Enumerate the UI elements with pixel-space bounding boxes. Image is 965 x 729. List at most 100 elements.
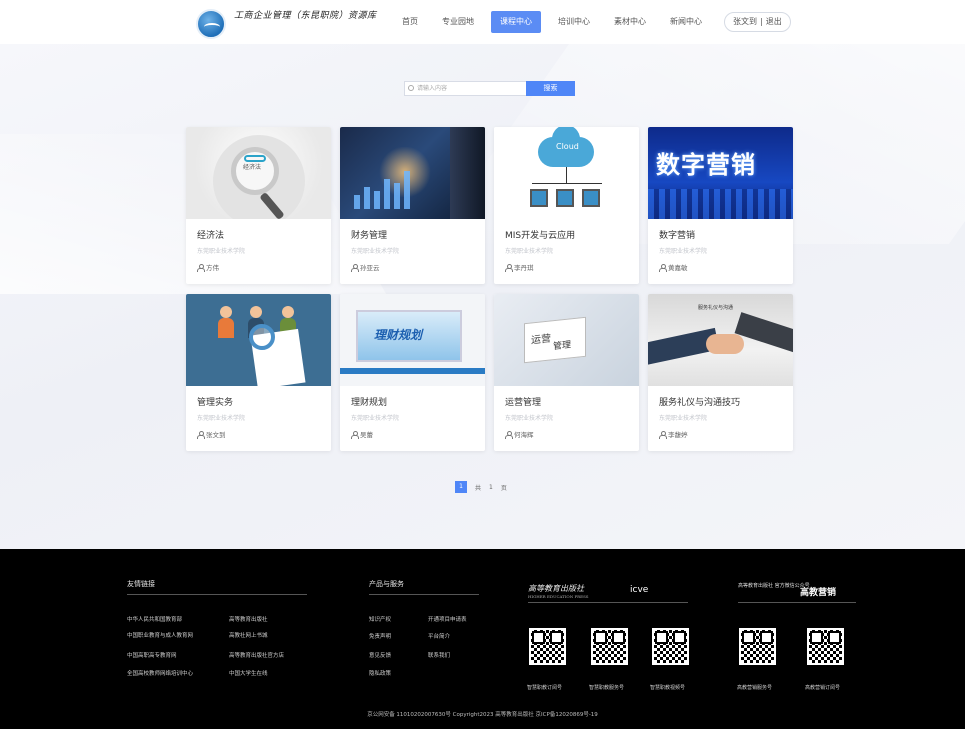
main-nav: 首页 专业园地 课程中心 培训中心 素材中心 新闻中心 (395, 11, 709, 33)
course-school: 东莞职业技术学院 (659, 415, 708, 422)
promo-brand-text[interactable]: 高教营销 (800, 585, 836, 598)
person-graphic (250, 306, 262, 318)
course-title[interactable]: 财务管理 (351, 228, 387, 241)
nav-item-home[interactable]: 首页 (395, 11, 425, 33)
course-title[interactable]: 数字营销 (659, 228, 695, 241)
user-box: 张文到 | 退出 (724, 12, 791, 32)
person-icon (505, 263, 513, 272)
course-thumbnail-digital-marketing[interactable]: 数字营销 (648, 127, 793, 219)
course-title[interactable]: MIS开发与云应用 (505, 228, 575, 241)
footer-link[interactable]: 意见反馈 (369, 651, 391, 659)
search-icon (408, 85, 414, 91)
qr-code-icon (529, 628, 566, 665)
search-button-label: 搜索 (543, 84, 558, 92)
footer-link[interactable]: 中国大学生在线 (229, 669, 268, 677)
slide-graphic: 理财规划 (356, 310, 462, 362)
city-skyline-graphic (648, 189, 793, 219)
icve-logo[interactable]: icve (630, 585, 648, 595)
footer-link[interactable]: 高等教育出版社 (229, 615, 268, 623)
school-name[interactable]: 工商企业管理（东昆职院）资源库 (234, 11, 384, 22)
course-card[interactable]: 经济法 经济法 东莞职业技术学院 方伟 (186, 127, 331, 284)
footer-link[interactable]: 高等教育出版社官方店 (229, 651, 284, 659)
search-input[interactable]: 请输入内容 (404, 81, 526, 96)
footer-link[interactable]: 平台简介 (428, 632, 450, 640)
course-title[interactable]: 运营管理 (505, 395, 541, 408)
nav-item-training[interactable]: 培训中心 (551, 11, 597, 33)
person-icon (351, 430, 359, 439)
course-title[interactable]: 理财规划 (351, 395, 387, 408)
footer-link[interactable]: 高教社网上书城 (229, 631, 268, 639)
course-title[interactable]: 经济法 (197, 228, 224, 241)
qr-label: 智慧职教视频号 (650, 685, 686, 691)
page-total-prefix: 共 (475, 484, 482, 492)
page-button-current[interactable]: 1 (455, 481, 467, 493)
school-logo-icon[interactable] (196, 9, 226, 39)
course-thumbnail-cloud[interactable]: Cloud (494, 127, 639, 219)
course-card[interactable]: 管理实务 东莞职业技术学院 张文到 (186, 294, 331, 451)
course-title[interactable]: 管理实务 (197, 395, 233, 408)
page-total: 1 (489, 483, 493, 491)
course-school: 东莞职业技术学院 (197, 415, 246, 422)
course-thumbnail-etiquette[interactable]: 服务礼仪与沟通 (648, 294, 793, 386)
course-card[interactable]: 数字营销 数字营销 东莞职业技术学院 黄嘉敏 (648, 127, 793, 284)
course-school: 东莞职业技术学院 (505, 248, 554, 255)
qr-label: 智慧职教服务号 (589, 685, 625, 691)
course-card[interactable]: Cloud MIS开发与云应用 东莞职业技术学院 李丹琪 (494, 127, 639, 284)
icve-logo-text: icve (630, 585, 649, 595)
course-teacher: 张文到 (197, 429, 226, 439)
course-thumbnail-management[interactable] (186, 294, 331, 386)
hep-logo[interactable]: 高等教育出版社 HIGHER EDUCATION PRESS (528, 583, 589, 599)
footer-link[interactable]: 开通项目申请表 (428, 615, 467, 623)
nav-item-news[interactable]: 新闻中心 (663, 11, 709, 33)
qr-label: 智慧职教订阅号 (527, 685, 563, 691)
footer-link[interactable]: 隐私政策 (369, 669, 391, 677)
course-school: 东莞职业技术学院 (659, 248, 708, 255)
course-school: 东莞职业技术学院 (351, 248, 400, 255)
divider (528, 602, 688, 603)
course-card[interactable]: 服务礼仪与沟通 服务礼仪与沟通技巧 东莞职业技术学院 李馥婷 (648, 294, 793, 451)
course-card[interactable]: 财务管理 东莞职业技术学院 孙亚云 (340, 127, 485, 284)
user-name[interactable]: 张文到 (733, 13, 757, 31)
course-teacher: 方伟 (197, 262, 219, 272)
pagination: 1 共 1 页 (455, 481, 507, 493)
qr-code-icon (652, 628, 689, 665)
course-center-main: 请输入内容 搜索 经济法 经济法 东莞职业技术学院 方伟 财务管理 东莞职业技术… (0, 44, 965, 549)
course-card[interactable]: 运营 管理 运营管理 东莞职业技术学院 何海辉 (494, 294, 639, 451)
arm-graphic (734, 312, 793, 358)
qr-code-icon (591, 628, 628, 665)
qr-label: 高教营销订阅号 (805, 685, 841, 691)
thumb-headline: 数字营销 (656, 151, 756, 179)
course-thumbnail-law[interactable]: 经济法 (186, 127, 331, 219)
business-card-graphic: 运营 管理 (524, 316, 586, 364)
footer-link[interactable]: 全国高校教师网络培训中心 (127, 669, 193, 677)
course-thumbnail-wealth[interactable]: 理财规划 (340, 294, 485, 386)
connector-line (532, 183, 602, 184)
footer-link[interactable]: 免责声明 (369, 632, 391, 640)
hep-logo-subtext: HIGHER EDUCATION PRESS (528, 594, 589, 599)
course-title[interactable]: 服务礼仪与沟通技巧 (659, 395, 740, 408)
course-school: 东莞职业技术学院 (197, 248, 246, 255)
divider (127, 594, 307, 595)
course-card[interactable]: 理财规划 理财规划 东莞职业技术学院 吴蕾 (340, 294, 485, 451)
thumb-text: 服务礼仪与沟通 (698, 305, 734, 311)
footer-link[interactable]: 中国职业教育与成人教育网 (127, 631, 193, 639)
thumb-text: 经济法 (243, 164, 262, 171)
logout-link[interactable]: 退出 (766, 13, 782, 31)
nav-item-materials[interactable]: 素材中心 (607, 11, 653, 33)
person-graphic (218, 318, 234, 338)
footer-link[interactable]: 中华人民共和国教育部 (127, 615, 182, 623)
nav-item-major[interactable]: 专业园地 (435, 11, 481, 33)
footer-link[interactable]: 知识产权 (369, 615, 391, 623)
course-thumbnail-finance[interactable] (340, 127, 485, 219)
footer-link[interactable]: 中国高职高专教育网 (127, 651, 177, 659)
page-total-suffix: 页 (500, 484, 507, 492)
person-graphic (220, 306, 232, 318)
search-button[interactable]: 搜索 (526, 81, 575, 96)
course-thumbnail-operations[interactable]: 运营 管理 (494, 294, 639, 386)
handshake-graphic (706, 334, 744, 354)
footer-link[interactable]: 联系我们 (428, 651, 450, 659)
nav-item-courses[interactable]: 课程中心 (491, 11, 541, 33)
qr-label: 高教营销服务号 (737, 685, 773, 691)
footer-services-title: 产品与服务 (369, 580, 404, 588)
qr-code-icon (807, 628, 844, 665)
